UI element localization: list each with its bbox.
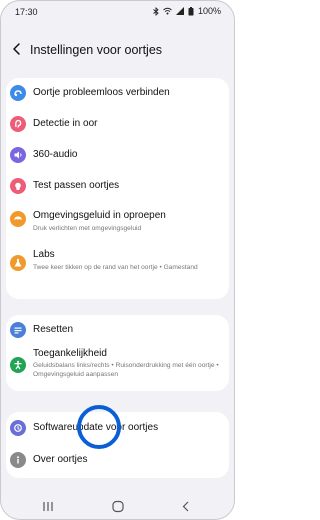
ambient-sound-icon	[10, 211, 26, 227]
home-icon[interactable]	[111, 500, 125, 513]
link-icon	[10, 85, 26, 101]
settings-card-1: Oortje probleemloos verbinden Detectie i…	[6, 78, 229, 299]
list-item-label: 360-audio	[33, 149, 78, 160]
list-item-label: Test passen oortjes	[33, 180, 120, 191]
list-item-subtitle: Geluidsbalans links/rechts • Ruisonderdr…	[33, 362, 219, 378]
list-item-subtitle: Twee keer tikken op de rand van het oort…	[33, 264, 198, 271]
list-item-label: Labs	[33, 249, 55, 260]
list-item-label: Over oortjes	[33, 454, 88, 465]
list-item-label: Resetten	[33, 324, 74, 335]
status-time: 17:30	[15, 7, 38, 17]
earbud-fit-icon	[10, 178, 26, 194]
settings-card-2: Resetten Toegankelijkheid Geluidsbalans …	[6, 315, 229, 391]
list-item-in-ear-detection[interactable]: Detectie in oor	[6, 109, 229, 140]
list-item-about-earbuds[interactable]: Over oortjes	[6, 445, 229, 478]
info-icon	[10, 452, 26, 468]
battery-icon	[188, 6, 194, 15]
wifi-icon	[163, 7, 172, 15]
ear-icon	[10, 116, 26, 132]
list-item-seamless-connection[interactable]: Oortje probleemloos verbinden	[6, 78, 229, 109]
list-item-label: Detectie in oor	[33, 118, 98, 129]
status-bar: 17:30 100%	[1, 1, 234, 23]
flask-icon	[10, 255, 26, 271]
list-item-subtitle: Druk verlichten met omgevingsgeluid	[33, 225, 142, 232]
tap-highlight-circle	[77, 405, 121, 449]
accessibility-icon	[10, 357, 26, 373]
navigation-bar	[1, 494, 234, 519]
battery-level: 100%	[197, 6, 221, 16]
page-title: Instellingen voor oortjes	[30, 43, 163, 57]
software-update-icon	[10, 420, 26, 436]
back-nav-icon[interactable]	[179, 500, 193, 513]
list-item-label: Toegankelijkheid	[33, 348, 107, 359]
list-item-accessibility[interactable]: Toegankelijkheid Geluidsbalans links/rec…	[6, 346, 229, 391]
list-item-earbud-fit-test[interactable]: Test passen oortjes	[6, 171, 229, 202]
list-item-labs[interactable]: Labs Twee keer tikken op de rand van het…	[6, 244, 229, 299]
list-item-360-audio[interactable]: 360-audio	[6, 140, 229, 171]
list-item-ambient-sound-calls[interactable]: Omgevingsgeluid in oproepen Druk verlich…	[6, 202, 229, 244]
recent-apps-icon[interactable]	[41, 500, 55, 513]
header: Instellingen voor oortjes	[1, 33, 234, 67]
list-item-reset[interactable]: Resetten	[6, 315, 229, 346]
reset-icon	[10, 322, 26, 338]
bluetooth-icon	[153, 6, 159, 16]
phone-frame: 17:30 100% Instellingen voor oortjes Oor…	[0, 0, 235, 520]
speaker-icon	[10, 147, 26, 163]
list-item-label: Oortje probleemloos verbinden	[33, 87, 170, 98]
status-icons: 100%	[153, 6, 221, 16]
back-arrow-icon[interactable]	[10, 41, 24, 57]
list-item-label: Omgevingsgeluid in oproepen	[33, 210, 166, 221]
signal-icon	[175, 7, 184, 15]
